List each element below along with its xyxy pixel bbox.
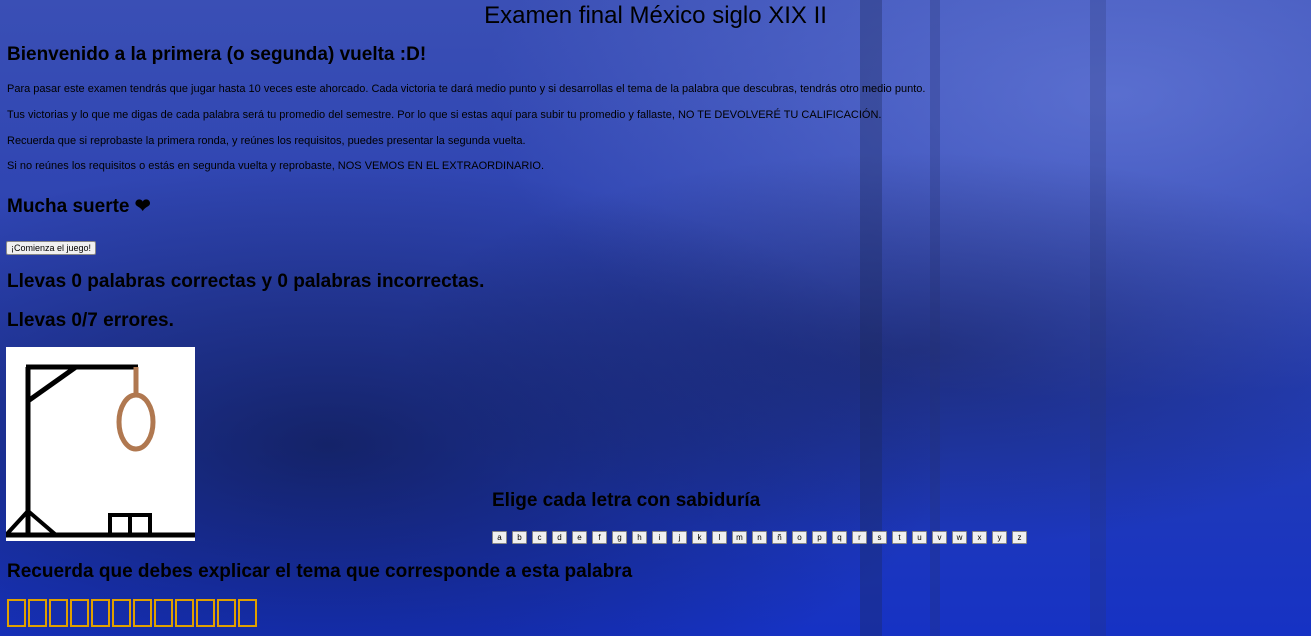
letter-button-k[interactable]: k (692, 531, 707, 544)
letter-button-p[interactable]: p (812, 531, 827, 544)
letter-button-g[interactable]: g (612, 531, 627, 544)
word-slots (7, 599, 259, 627)
good-luck-heading: Mucha suerte ❤ (7, 196, 151, 217)
word-letter-slot (28, 599, 47, 627)
letter-button-ñ[interactable]: ñ (772, 531, 787, 544)
letter-button-q[interactable]: q (832, 531, 847, 544)
word-letter-slot (133, 599, 152, 627)
letter-button-u[interactable]: u (912, 531, 927, 544)
instructions-paragraph-2: Tus victorias y lo que me digas de cada … (7, 109, 882, 121)
background-window-frame (1090, 0, 1106, 636)
word-letter-slot (91, 599, 110, 627)
letter-button-h[interactable]: h (632, 531, 647, 544)
letter-button-i[interactable]: i (652, 531, 667, 544)
errors-heading: Llevas 0/7 errores. (7, 310, 174, 331)
score-heading: Llevas 0 palabras correctas y 0 palabras… (7, 271, 485, 292)
letter-button-r[interactable]: r (852, 531, 867, 544)
letter-button-z[interactable]: z (1012, 531, 1027, 544)
letter-button-o[interactable]: o (792, 531, 807, 544)
instructions-paragraph-4: Si no reúnes los requisitos o estás en s… (7, 160, 544, 172)
instructions-paragraph-1: Para pasar este examen tendrás que jugar… (7, 83, 926, 95)
letters-heading: Elige cada letra con sabiduría (492, 490, 761, 511)
letter-button-m[interactable]: m (732, 531, 747, 544)
letter-button-t[interactable]: t (892, 531, 907, 544)
letter-button-j[interactable]: j (672, 531, 687, 544)
letter-button-d[interactable]: d (552, 531, 567, 544)
letter-button-v[interactable]: v (932, 531, 947, 544)
letter-button-n[interactable]: n (752, 531, 767, 544)
letter-button-b[interactable]: b (512, 531, 527, 544)
letter-button-s[interactable]: s (872, 531, 887, 544)
start-game-button[interactable]: ¡Comienza el juego! (6, 241, 97, 255)
letter-button-w[interactable]: w (952, 531, 967, 544)
hangman-drawing (4, 347, 195, 541)
letter-keyboard: abcdefghijklmnñopqrstuvwxyz (492, 531, 1032, 544)
page-title: Examen final México siglo XIX II (484, 2, 827, 29)
welcome-heading: Bienvenido a la primera (o segunda) vuel… (7, 44, 427, 65)
letter-button-f[interactable]: f (592, 531, 607, 544)
letter-button-c[interactable]: c (532, 531, 547, 544)
letter-button-l[interactable]: l (712, 531, 727, 544)
word-letter-slot (70, 599, 89, 627)
word-letter-slot (238, 599, 257, 627)
instructions-paragraph-3: Recuerda que si reprobaste la primera ro… (7, 135, 526, 147)
word-letter-slot (112, 599, 131, 627)
reminder-heading: Recuerda que debes explicar el tema que … (7, 561, 633, 582)
letter-button-a[interactable]: a (492, 531, 507, 544)
word-letter-slot (196, 599, 215, 627)
gallows-image (4, 364, 195, 538)
letter-button-e[interactable]: e (572, 531, 587, 544)
word-letter-slot (49, 599, 68, 627)
letter-button-x[interactable]: x (972, 531, 987, 544)
word-letter-slot (7, 599, 26, 627)
word-letter-slot (217, 599, 236, 627)
word-letter-slot (154, 599, 173, 627)
word-letter-slot (175, 599, 194, 627)
letter-button-y[interactable]: y (992, 531, 1007, 544)
